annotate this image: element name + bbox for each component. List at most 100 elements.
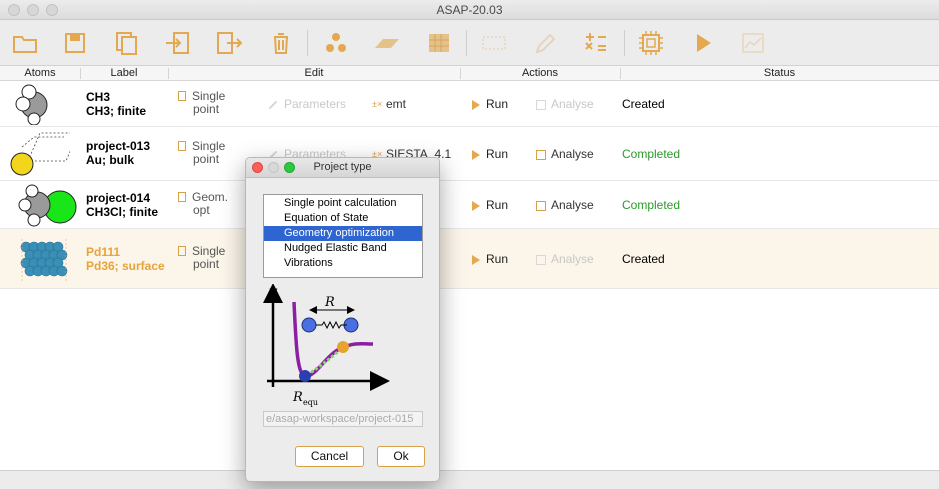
engine-label: emt — [386, 97, 407, 111]
project-label[interactable]: project-014 CH3Cl; finite — [86, 191, 158, 219]
requ-label: R — [292, 390, 303, 405]
copy-icon[interactable] — [112, 28, 142, 58]
run-label: Run — [486, 97, 509, 111]
project-type-list[interactable]: Single point calculation Equation of Sta… — [263, 194, 423, 278]
project-name: project-013 — [86, 139, 151, 153]
analyse-button: Analyse — [536, 252, 594, 266]
document-icon — [178, 91, 186, 101]
project-name: project-014 — [86, 191, 151, 205]
status-text: Completed — [622, 198, 681, 212]
analyse-label: Analyse — [551, 147, 594, 161]
chart-icon — [738, 28, 768, 58]
play-icon[interactable] — [688, 28, 718, 58]
table-row[interactable]: Pd111 Pd36; surface Single point Run Ana… — [0, 229, 939, 289]
document-icon — [178, 141, 186, 151]
dialog-title: Project type — [313, 161, 372, 173]
project-label[interactable]: CH3 CH3; finite — [86, 90, 146, 118]
analyse-label: Analyse — [551, 252, 594, 266]
run-label: Run — [486, 147, 509, 161]
analyse-button[interactable]: Analyse — [536, 147, 594, 161]
table-row[interactable]: project-013 Au; bulk Single point Parame… — [0, 127, 939, 181]
analyse-label: Analyse — [551, 97, 594, 111]
energy-axis-label: E — [267, 287, 278, 302]
calc-type-button[interactable]: Single point — [178, 140, 225, 166]
cancel-button[interactable]: Cancel — [295, 446, 364, 467]
analyse-label: Analyse — [551, 198, 594, 212]
header-edit[interactable]: Edit — [168, 67, 460, 79]
option-single-point[interactable]: Single point calculation — [264, 196, 422, 211]
run-button[interactable]: Run — [472, 147, 508, 161]
calc-type-button[interactable]: Single point — [178, 245, 225, 271]
option-vibrations[interactable]: Vibrations — [264, 256, 422, 271]
project-desc: Au; bulk — [86, 153, 134, 167]
calc-type-button[interactable]: Single point — [178, 90, 225, 116]
project-name: CH3 — [86, 90, 111, 104]
atoms-thumbnail — [10, 235, 70, 285]
project-type-dialog: Project type Single point calculation Eq… — [245, 157, 440, 482]
document-icon — [178, 246, 186, 256]
requ-subscript: equ — [303, 398, 318, 407]
pencil-icon — [268, 100, 278, 110]
edit-icon — [529, 28, 559, 58]
window-title: ASAP-20.03 — [436, 3, 503, 17]
analyse-button[interactable]: Analyse — [536, 198, 594, 212]
toolbar-separator — [624, 30, 625, 56]
project-desc: CH3Cl; finite — [86, 205, 158, 219]
toolbar-separator — [307, 30, 308, 56]
calc-type-line2: point — [193, 102, 220, 116]
run-button[interactable]: Run — [472, 198, 508, 212]
save-icon[interactable] — [60, 28, 90, 58]
run-button[interactable]: Run — [472, 97, 508, 111]
chart-icon — [536, 254, 546, 265]
bulk-icon[interactable] — [424, 28, 454, 58]
ok-button[interactable]: Ok — [377, 446, 425, 467]
calc-type-line1: Single — [192, 139, 226, 153]
status-text: Created — [622, 97, 665, 111]
play-icon — [472, 200, 480, 211]
table-row[interactable]: project-014 CH3Cl; finite Geom. opt Run … — [0, 181, 939, 229]
chart-icon — [536, 99, 546, 110]
run-label: Run — [486, 252, 509, 266]
run-button[interactable]: Run — [472, 252, 508, 266]
play-icon — [472, 149, 480, 160]
document-icon — [178, 192, 186, 202]
export-icon[interactable] — [214, 28, 244, 58]
app-window: ASAP-20.03 Atoms Label Edit Actions Stat… — [0, 0, 939, 489]
project-desc: CH3; finite — [86, 104, 146, 118]
import-icon[interactable] — [163, 28, 193, 58]
calc-type-line1: Single — [192, 244, 226, 258]
run-label: Run — [486, 198, 509, 212]
molecule-icon[interactable] — [321, 28, 351, 58]
header-status[interactable]: Status — [620, 67, 939, 79]
toolbar-separator — [466, 30, 467, 56]
open-folder-icon[interactable] — [10, 28, 40, 58]
project-label[interactable]: project-013 Au; bulk — [86, 139, 150, 167]
trash-icon[interactable] — [266, 28, 296, 58]
energy-diagram: E R R equ — [263, 283, 393, 409]
engine-button[interactable]: ±× emt — [372, 97, 406, 111]
status-text: Completed — [622, 147, 681, 161]
atoms-thumbnail — [10, 184, 77, 228]
option-equation-of-state[interactable]: Equation of State — [264, 211, 422, 226]
play-icon — [472, 99, 480, 110]
calc-type-line2: point — [193, 257, 220, 271]
calculator-icon: ±× — [372, 99, 383, 110]
bottom-bar — [0, 470, 939, 489]
play-icon — [472, 254, 480, 265]
surface-icon[interactable] — [372, 28, 402, 58]
supercell-icon — [479, 28, 509, 58]
parameters-button[interactable]: Parameters — [268, 97, 346, 111]
header-actions[interactable]: Actions — [460, 67, 620, 79]
header-label[interactable]: Label — [80, 67, 168, 79]
option-geometry-optimization[interactable]: Geometry optimization — [264, 226, 422, 241]
calc-type-line2: point — [193, 152, 220, 166]
project-path-field[interactable]: e/asap-workspace/project-015 — [263, 411, 423, 427]
header-atoms[interactable]: Atoms — [0, 67, 80, 79]
option-nudged-elastic-band[interactable]: Nudged Elastic Band — [264, 241, 422, 256]
calculator-icon[interactable] — [581, 28, 611, 58]
table-row[interactable]: CH3 CH3; finite Single point Parameters … — [0, 81, 939, 127]
calc-type-button[interactable]: Geom. opt — [178, 191, 228, 217]
toolbar — [0, 20, 939, 66]
chip-icon[interactable] — [636, 28, 666, 58]
project-label[interactable]: Pd111 Pd36; surface — [86, 245, 165, 273]
